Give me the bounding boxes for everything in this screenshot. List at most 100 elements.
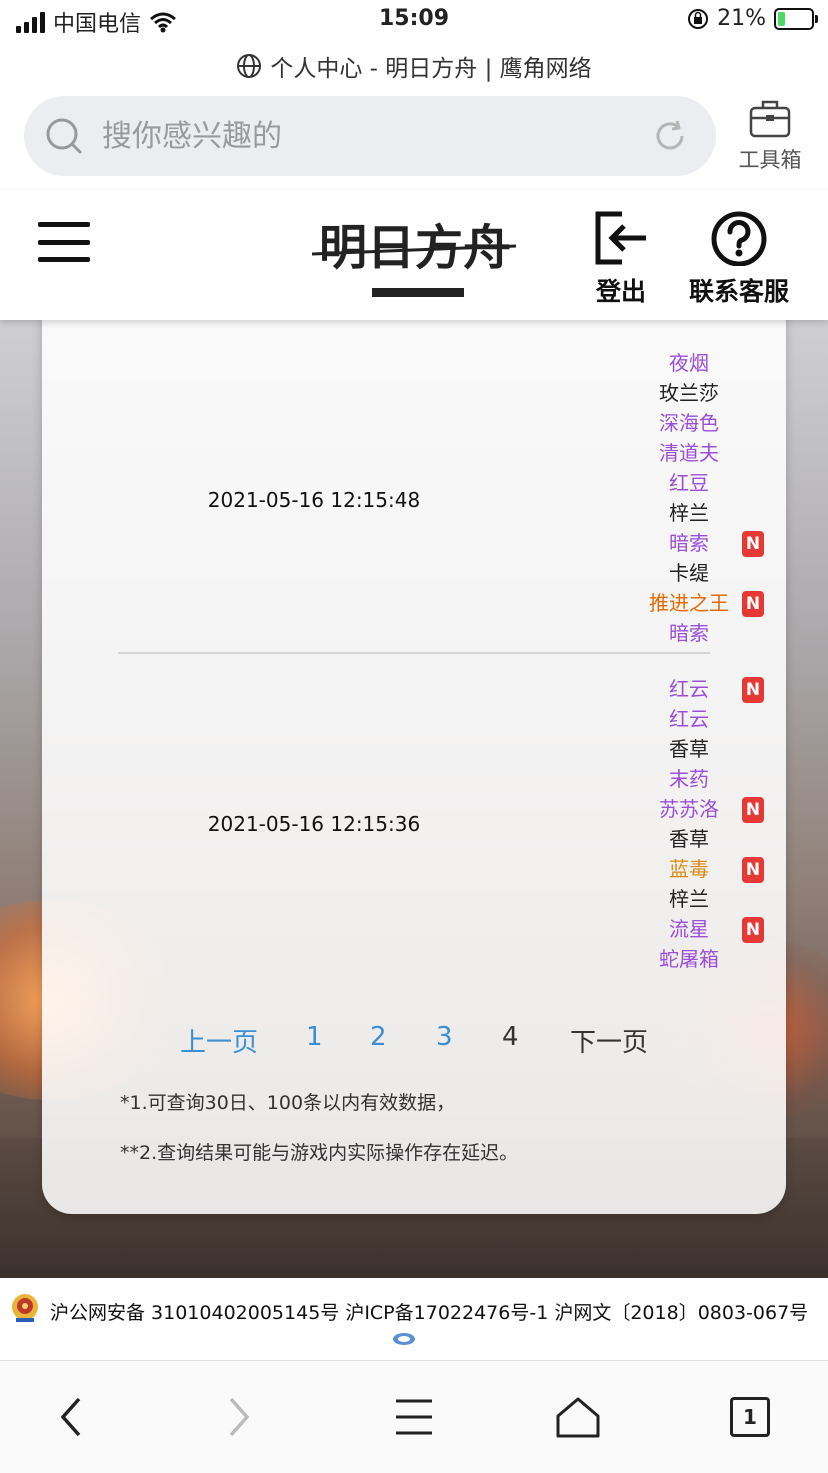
logo-text: 明日方舟 <box>319 220 511 276</box>
operator-item: 苏苏洛 N <box>614 794 764 824</box>
record-items: 夜烟 玫兰莎 深海色 清道夫 红豆 梓兰 暗索 N 卡缇 推进之王 N 暗索 <box>614 348 764 648</box>
customer-service-label: 联系客服 <box>688 277 789 306</box>
toolbox-button[interactable]: 工具箱 <box>728 96 812 180</box>
page-link-3[interactable]: 3 <box>436 1022 453 1052</box>
site-header: 明日方舟 登出 联系客服 <box>0 190 828 320</box>
new-badge: N <box>742 531 764 557</box>
operator-name: 红云 <box>669 707 709 731</box>
globe-icon <box>237 54 262 78</box>
status-bar: 中国电信 15:09 21% <box>0 0 828 44</box>
operator-item: 清道夫 <box>614 438 764 468</box>
home-icon <box>556 1397 600 1438</box>
logout-icon <box>595 211 646 265</box>
current-page: 4 <box>502 1022 519 1052</box>
search-input[interactable] <box>100 117 624 155</box>
operator-name: 玫兰莎 <box>659 381 719 405</box>
operator-name: 梓兰 <box>669 887 709 911</box>
search-icon <box>46 118 82 154</box>
operator-item: 蛇屠箱 <box>614 944 764 974</box>
tab-count: 1 <box>730 1397 770 1437</box>
operator-name: 推进之王 <box>649 591 729 615</box>
operator-name: 暗索 <box>669 621 709 645</box>
operator-name: 深海色 <box>659 411 719 435</box>
battery-icon <box>774 7 818 30</box>
address-bar-title[interactable]: 个人中心 - 明日方舟 | 鹰角网络 <box>0 48 828 84</box>
record-divider <box>118 652 710 654</box>
operator-item: 玫兰莎 <box>614 378 764 408</box>
operator-name: 暗索 <box>669 531 709 555</box>
operator-item: 香草 <box>614 734 764 764</box>
orientation-lock-icon <box>688 8 709 29</box>
operator-item: 流星 N <box>614 914 764 944</box>
query-note-2: **2.查询结果可能与游戏内实际操作存在延迟。 <box>120 1142 519 1164</box>
operator-item: 暗索 <box>614 618 764 648</box>
logout-button[interactable]: 登出 <box>586 210 656 308</box>
operator-item: 香草 <box>614 824 764 854</box>
menu-icon[interactable] <box>38 222 90 262</box>
operator-name: 香草 <box>669 827 709 851</box>
menu-icon <box>396 1399 432 1435</box>
page-link-2[interactable]: 2 <box>370 1022 387 1052</box>
browser-toolbar: 1 <box>0 1360 828 1473</box>
footer-license-text[interactable]: 沪公网安备 31010402005145号 沪ICP备17022476号-1 沪… <box>50 1298 808 1325</box>
operator-item: 卡缇 <box>614 558 764 588</box>
police-emblem-icon <box>12 1294 38 1322</box>
customer-service-button[interactable]: 联系客服 <box>684 210 794 308</box>
operator-item: 红云 <box>614 704 764 734</box>
operator-name: 蓝毒 <box>669 857 709 881</box>
operator-item: 梓兰 <box>614 498 764 528</box>
operator-item: 夜烟 <box>614 348 764 378</box>
operator-item: 红云 N <box>614 674 764 704</box>
pagination: 上一页 1 2 3 4 下一页 <box>42 1022 786 1062</box>
next-page-link[interactable]: 下一页 <box>570 1022 648 1059</box>
toolbox-icon <box>749 100 791 138</box>
new-badge: N <box>742 917 764 943</box>
toolbox-label: 工具箱 <box>738 148 802 172</box>
query-note-1: *1.可查询30日、100条以内有效数据， <box>120 1092 456 1114</box>
record-items: 红云 N 红云 香草 末药 苏苏洛 N 香草 蓝毒 N 梓兰 流星 N 蛇屠箱 <box>614 674 764 974</box>
prev-page-link[interactable]: 上一页 <box>180 1022 258 1059</box>
operator-name: 夜烟 <box>669 351 709 375</box>
home-button[interactable] <box>548 1395 608 1439</box>
record-time: 2021-05-16 12:15:48 <box>207 488 421 512</box>
operator-name: 流星 <box>669 917 709 941</box>
operator-name: 红豆 <box>669 471 709 495</box>
operator-item: 推进之王 N <box>614 588 764 618</box>
operator-item: 深海色 <box>614 408 764 438</box>
search-bar[interactable] <box>24 96 716 176</box>
operator-item: 梓兰 <box>614 884 764 914</box>
menu-button[interactable] <box>384 1395 444 1439</box>
gacha-history-card: 2021-05-16 12:15:48 夜烟 玫兰莎 深海色 清道夫 红豆 梓兰 暗索 N 卡缇… <box>42 300 786 1214</box>
page-title: 个人中心 - 明日方舟 | 鹰角网络 <box>270 56 592 82</box>
arknights-logo[interactable]: 明日方舟 <box>310 206 520 306</box>
tabs-button[interactable]: 1 <box>720 1395 780 1439</box>
chevron-right-icon <box>229 1397 250 1437</box>
site-footer: 沪公网安备 31010402005145号 沪ICP备17022476号-1 沪… <box>0 1278 828 1360</box>
new-badge: N <box>742 677 764 703</box>
operator-name: 苏苏洛 <box>659 797 719 821</box>
battery-percent: 21% <box>717 6 766 31</box>
back-button[interactable] <box>40 1395 100 1439</box>
chevron-left-icon <box>60 1397 81 1437</box>
history-record: 2021-05-16 12:15:36 红云 N 红云 香草 末药 苏苏洛 N 香草 蓝毒 N 梓兰… <box>118 660 764 980</box>
operator-name: 卡缇 <box>669 561 709 585</box>
page-link-1[interactable]: 1 <box>306 1022 323 1052</box>
operator-name: 红云 <box>669 677 709 701</box>
forward-button[interactable] <box>210 1395 270 1439</box>
operator-name: 蛇屠箱 <box>659 947 719 971</box>
operator-name: 梓兰 <box>669 501 709 525</box>
operator-name: 香草 <box>669 737 709 761</box>
refresh-icon[interactable] <box>650 116 690 156</box>
history-record: 2021-05-16 12:15:48 夜烟玫兰莎深海色清道夫红豆梓兰暗索 N 卡缇… <box>118 318 764 645</box>
new-badge: N <box>742 857 764 883</box>
operator-item: 暗索 N <box>614 528 764 558</box>
logout-label: 登出 <box>595 277 646 306</box>
operator-name: 末药 <box>669 767 709 791</box>
gov-badge-icon <box>393 1333 415 1345</box>
help-icon <box>711 211 767 267</box>
operator-item: 红豆 <box>614 468 764 498</box>
operator-name: 清道夫 <box>659 441 719 465</box>
record-time: 2021-05-16 12:15:36 <box>207 812 421 836</box>
new-badge: N <box>742 797 764 823</box>
operator-item: 蓝毒 N <box>614 854 764 884</box>
